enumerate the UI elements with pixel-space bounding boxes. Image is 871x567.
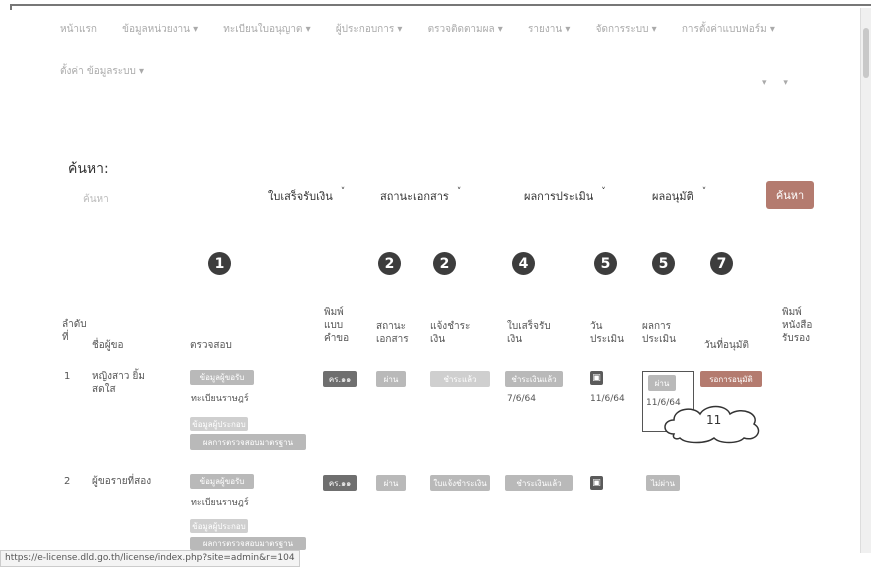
row1-result-button[interactable]: ผ่าน [648,375,676,391]
row1-name: หญิงสาว ยิ้มสดใส [92,371,145,395]
row2-operator-button[interactable]: ข้อมูลผู้ประกอบ [190,519,248,533]
chevron-down-icon: ˅ [601,187,606,197]
row2-name: ผู้ขอรายที่สอง [92,476,152,487]
row2-applicant-button[interactable]: ข้อมูลผู้ขอรับ [190,474,254,489]
top-nav: หน้าแรก ข้อมูลหน่วยงาน ▾ ทะเบียนใบอนุญาต… [60,22,840,37]
search-input[interactable]: ค้นหา [83,192,109,207]
nav-item-reports[interactable]: รายงาน ▾ [528,22,570,37]
col-header-payment: แจ้งชำระเงิน [430,321,471,345]
row1-eval-date: 11/6/64 [590,394,625,404]
chevron-down-icon: ˅ [456,187,462,197]
step-marker: 1 [208,252,231,275]
col-header-no: ลำดับที่ [62,319,87,343]
col-header-cert: พิมพ์หนังสือรับรอง [782,307,813,344]
callout-number: 11 [706,413,722,427]
user-menu[interactable]: ▾ [762,78,767,88]
step-marker: 4 [512,252,535,275]
nav-item-license[interactable]: ทะเบียนใบอนุญาต ▾ [223,22,310,37]
row1-payment-button[interactable]: ชำระแล้ว [430,371,490,387]
col-header-check: ตรวจสอบ [190,340,232,351]
nav-item-operators[interactable]: ผู้ประกอบการ ▾ [336,22,403,37]
search-button[interactable]: ค้นหา [766,181,814,209]
step-marker: 5 [594,252,617,275]
col-header-print: พิมพ์แบบคำขอ [324,307,350,344]
lang-menu[interactable]: ▾ [783,78,788,88]
nav-item-agency[interactable]: ข้อมูลหน่วยงาน ▾ [122,22,198,37]
col-header-receipt: ใบเสร็จรับเงิน [507,321,551,345]
row1-applicant-button[interactable]: ข้อมูลผู้ขอรับ [190,370,254,385]
row2-standard-button[interactable]: ผลการตรวจสอบมาตรฐาน [190,537,306,550]
filter-approve[interactable]: ผลอนุมัติ ˅ [652,187,706,205]
vertical-scrollbar[interactable] [860,8,871,553]
col-header-eval-date: วันประเมิน [590,321,624,345]
row2-receipt-button[interactable]: ชำระเงินแล้ว [505,475,573,491]
row2-no: 2 [64,476,71,487]
nav-item-forms[interactable]: การตั้งค่าแบบฟอร์ม ▾ [682,22,775,37]
col-header-result: ผลการประเมิน [642,321,676,345]
chevron-down-icon: ˅ [340,187,346,197]
row1-receipt-date: 7/6/64 [507,394,536,404]
row1-standard-button[interactable]: ผลการตรวจสอบมาตรฐาน [190,434,306,450]
step-marker: 2 [378,252,401,275]
row2-print-button[interactable]: คร.๑๑ [323,475,357,491]
row2-payment-button[interactable]: ใบแจ้งชำระเงิน [430,475,490,491]
chevron-down-icon: ˅ [701,187,707,197]
search-title: ค้นหา: [68,161,109,177]
status-bar-url: https://e-license.dld.go.th/license/inde… [0,550,300,567]
step-marker: 7 [710,252,733,275]
step-marker: 5 [652,252,675,275]
row1-approve-button[interactable]: รอการอนุมัติ [700,371,762,387]
row1-operator-button[interactable]: ข้อมูลผู้ประกอบ [190,417,248,431]
row2-registry-text: ทะเบียนราษฎร์ [191,498,249,508]
col-header-approve: วันที่อนุมัติ [704,340,749,351]
filter-eval[interactable]: ผลการประเมิน ˅ [524,187,606,205]
row1-receipt-button[interactable]: ชำระเงินแล้ว [505,371,563,387]
nav-item-system[interactable]: จัดการระบบ ▾ [596,22,657,37]
nav-item-tracking[interactable]: ตรวจติดตามผล ▾ [428,22,503,37]
step-marker: 2 [433,252,456,275]
row1-no: 1 [64,371,71,382]
nav-right: ▾ ▾ [748,78,788,88]
row1-print-button[interactable]: คร.๑๑ [323,371,357,387]
col-header-name: ชื่อผู้ขอ [92,340,124,351]
window-frame [10,4,871,10]
calendar-icon[interactable]: ▣ [590,476,603,490]
nav-item-home[interactable]: หน้าแรก [60,22,97,37]
row1-registry-text: ทะเบียนราษฎร์ [191,394,249,404]
nav-item-settings[interactable]: ตั้งค่า ข้อมูลระบบ ▾ [60,64,144,79]
col-header-doc-status: สถานะเอกสาร [376,321,409,345]
row1-doc-status-badge: ผ่าน [376,371,406,387]
row2-result-button[interactable]: ไม่ผ่าน [646,475,680,491]
row2-doc-status-badge: ผ่าน [376,475,406,491]
calendar-icon[interactable]: ▣ [590,371,603,385]
filter-doc-status[interactable]: สถานะเอกสาร ˅ [380,187,461,205]
scrollbar-thumb[interactable] [863,28,869,78]
filter-receipt[interactable]: ใบเสร็จรับเงิน ˅ [268,187,345,205]
